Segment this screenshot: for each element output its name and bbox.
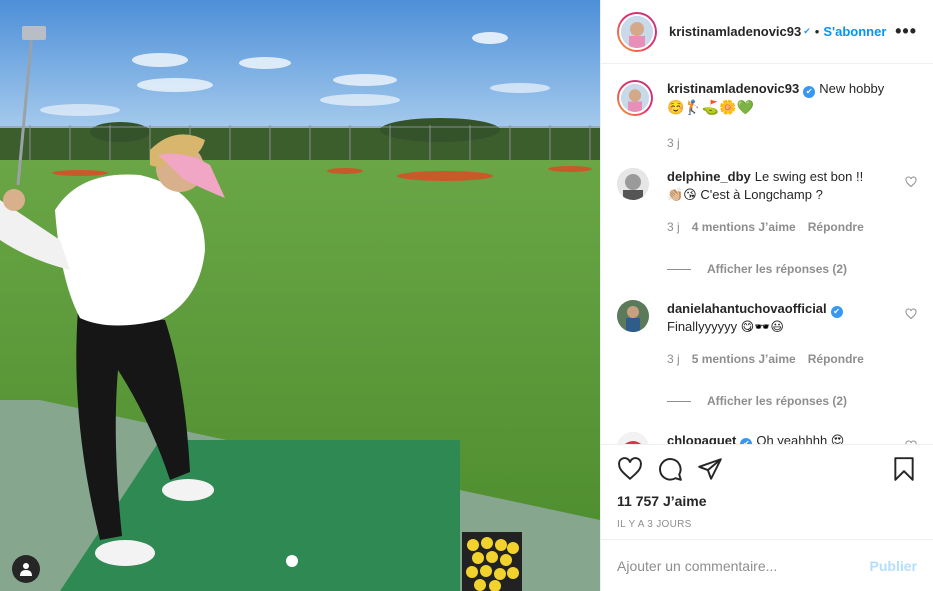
comment-input[interactable] <box>617 557 870 574</box>
post-actions-section: 11 757 J’aime IL Y A 3 JOURS <box>601 444 933 539</box>
comment-username[interactable]: danielahantuchovaofficial <box>667 301 827 316</box>
verified-icon: ✔ <box>740 438 753 444</box>
comment-likes[interactable]: 4 mentions J’aime <box>692 218 796 236</box>
view-replies-button[interactable]: Afficher les réponses (2) <box>667 394 917 408</box>
user-tag-button[interactable] <box>12 555 40 583</box>
reply-button[interactable]: Répondre <box>808 218 864 236</box>
bookmark-icon[interactable] <box>891 456 917 482</box>
caption-time[interactable]: 3 j <box>667 134 680 152</box>
commenter-avatar-image <box>617 432 649 444</box>
paper-plane-icon[interactable] <box>697 456 723 482</box>
golf-photo-image <box>0 0 600 591</box>
user-tag-icon <box>20 563 32 576</box>
comment-heart-icon[interactable] <box>905 440 917 444</box>
comment-time[interactable]: 3 j <box>667 350 680 368</box>
comment-heart-icon[interactable] <box>905 176 917 188</box>
commenter-avatar[interactable] <box>617 432 649 444</box>
view-replies-label: Afficher les réponses (2) <box>707 262 848 276</box>
commenter-avatar-image <box>617 168 649 200</box>
commenter-avatar[interactable] <box>617 300 649 332</box>
comment-username[interactable]: delphine_dby <box>667 169 751 184</box>
post-photo[interactable] <box>0 0 600 591</box>
commenter-avatar[interactable] <box>617 168 649 200</box>
heart-icon[interactable] <box>617 456 643 482</box>
comment-item: chlopaquet ✔ Oh yeahhhh 😍 <box>617 432 917 444</box>
comments-list[interactable]: kristinamladenovic93 ✔ New hobby ☺️🏌️⛳🌼💚 3… <box>601 64 933 444</box>
more-options-icon[interactable]: ••• <box>895 21 917 42</box>
post-caption: kristinamladenovic93 ✔ New hobby ☺️🏌️⛳🌼💚 3… <box>617 80 917 152</box>
comment-time[interactable]: 3 j <box>667 218 680 236</box>
verified-icon: ✔ <box>803 26 811 36</box>
comment-text: Oh yeahhhh 😍 <box>756 433 845 444</box>
author-avatar-image <box>621 15 653 48</box>
header-separator: • <box>814 24 820 39</box>
comment-text-continued: 👏🏼😘 C'est à Longchamp ? <box>667 187 823 202</box>
caption-username[interactable]: kristinamladenovic93 <box>667 81 799 96</box>
comment-item: danielahantuchovaofficial ✔ Finallyyyyyy … <box>617 300 917 368</box>
view-replies-button[interactable]: Afficher les réponses (2) <box>667 262 917 276</box>
comment-composer: Publier <box>601 539 933 591</box>
comment-text: Le swing est bon !! <box>754 169 864 184</box>
publish-button[interactable]: Publier <box>870 558 917 574</box>
comment-likes[interactable]: 5 mentions J’aime <box>692 350 796 368</box>
author-username[interactable]: kristinamladenovic93 <box>669 24 801 39</box>
comment-heart-icon[interactable] <box>905 308 917 320</box>
commenter-avatar-image <box>617 300 649 332</box>
post-date[interactable]: IL Y A 3 JOURS <box>617 519 917 530</box>
follow-button[interactable]: S'abonner <box>823 24 886 39</box>
reply-button[interactable]: Répondre <box>808 350 864 368</box>
verified-icon: ✔ <box>803 86 816 98</box>
replies-divider <box>667 400 691 402</box>
comment-text: Finallyyyyyy 😋🕶️😃 <box>667 319 784 334</box>
caption-avatar[interactable] <box>617 80 653 116</box>
action-bar <box>617 445 917 493</box>
view-replies-label: Afficher les réponses (2) <box>707 394 848 408</box>
like-count[interactable]: 11 757 J’aime <box>617 493 917 509</box>
caption-emojis: ☺️🏌️⛳🌼💚 <box>667 99 755 115</box>
post-header: kristinamladenovic93 ✔ • S'abonner ••• <box>601 0 933 64</box>
verified-icon: ✔ <box>830 306 843 318</box>
author-avatar[interactable] <box>617 11 657 52</box>
post-dialog: kristinamladenovic93 ✔ • S'abonner ••• k… <box>0 0 933 591</box>
replies-divider <box>667 268 691 270</box>
caption-text: New hobby <box>819 81 885 96</box>
caption-avatar-image <box>621 84 649 112</box>
comment-item: delphine_dby Le swing est bon !! 👏🏼😘 C'es… <box>617 168 917 236</box>
post-side-panel: kristinamladenovic93 ✔ • S'abonner ••• k… <box>600 0 933 591</box>
comment-icon[interactable] <box>657 456 683 482</box>
comment-username[interactable]: chlopaquet <box>667 433 736 444</box>
